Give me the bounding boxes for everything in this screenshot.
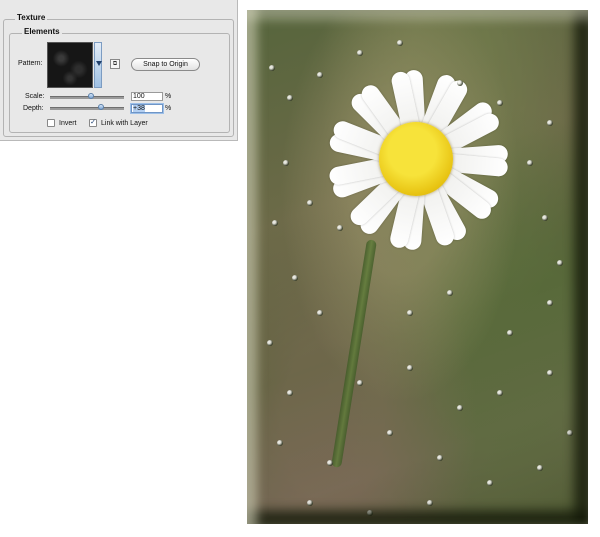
group-title: Elements (22, 27, 62, 37)
water-drop (283, 160, 289, 166)
link-with-layer-checkbox[interactable]: ✓ (89, 119, 97, 127)
pattern-label: Pattern: (18, 60, 43, 67)
scale-unit: % (165, 93, 172, 100)
checkmark-icon: ✓ (90, 119, 96, 126)
water-drop (497, 100, 503, 106)
water-drop (327, 460, 333, 466)
water-drop (337, 225, 343, 231)
water-drop (497, 390, 503, 396)
water-drop (272, 220, 278, 226)
water-drop (457, 405, 463, 411)
water-drop (287, 95, 293, 101)
water-drop (547, 120, 553, 126)
water-drop (407, 310, 413, 316)
daisy-texture-preview (247, 10, 588, 524)
depth-input[interactable]: +38 (131, 104, 163, 113)
section-title: Texture (15, 13, 48, 23)
daisy-flower (317, 60, 517, 260)
depth-slider[interactable] (50, 107, 124, 110)
pattern-picker-arrow[interactable] (94, 42, 102, 88)
water-drop (357, 380, 363, 386)
water-drop (542, 215, 548, 221)
water-drop (407, 365, 413, 371)
water-drop (557, 260, 563, 266)
scale-input[interactable]: 100 (131, 92, 163, 101)
new-preset-icon[interactable]: ⧉ (110, 59, 120, 69)
water-drop (292, 275, 298, 281)
pattern-swatch[interactable] (47, 42, 93, 88)
depth-label: Depth: (23, 105, 44, 112)
elements-group (9, 33, 230, 133)
depth-unit: % (165, 105, 172, 112)
snap-to-origin-button[interactable]: Snap to Origin (131, 58, 200, 71)
daisy-center (379, 122, 453, 196)
flower-stem (331, 239, 377, 468)
water-drop (567, 430, 573, 436)
link-with-layer-label: Link with Layer (101, 120, 148, 127)
scale-slider-thumb[interactable] (87, 93, 94, 99)
scale-slider[interactable] (50, 96, 124, 99)
water-drop (367, 510, 373, 516)
water-drop (547, 300, 553, 306)
water-drop (287, 390, 293, 396)
water-drop (307, 500, 313, 506)
layer-style-texture-panel: Texture Elements Pattern: ⧉ Snap to Orig… (0, 0, 238, 141)
water-drop (427, 500, 433, 506)
water-drop (277, 440, 283, 446)
water-drop (437, 455, 443, 461)
water-drop (457, 80, 463, 86)
scale-label: Scale: (25, 93, 45, 100)
water-drop (547, 370, 553, 376)
water-drop (307, 200, 313, 206)
invert-checkbox[interactable] (47, 119, 55, 127)
depth-slider-thumb[interactable] (98, 104, 105, 110)
water-drop (397, 40, 403, 46)
water-drop (357, 50, 363, 56)
water-drop (317, 72, 323, 78)
water-drop (447, 290, 453, 296)
water-drop (267, 340, 273, 346)
water-drop (507, 330, 513, 336)
water-drop (537, 465, 543, 471)
water-drop (317, 310, 323, 316)
invert-label: Invert (59, 120, 77, 127)
water-drop (269, 65, 275, 71)
water-drop (387, 430, 393, 436)
water-drop (527, 160, 533, 166)
water-drop (487, 480, 493, 486)
